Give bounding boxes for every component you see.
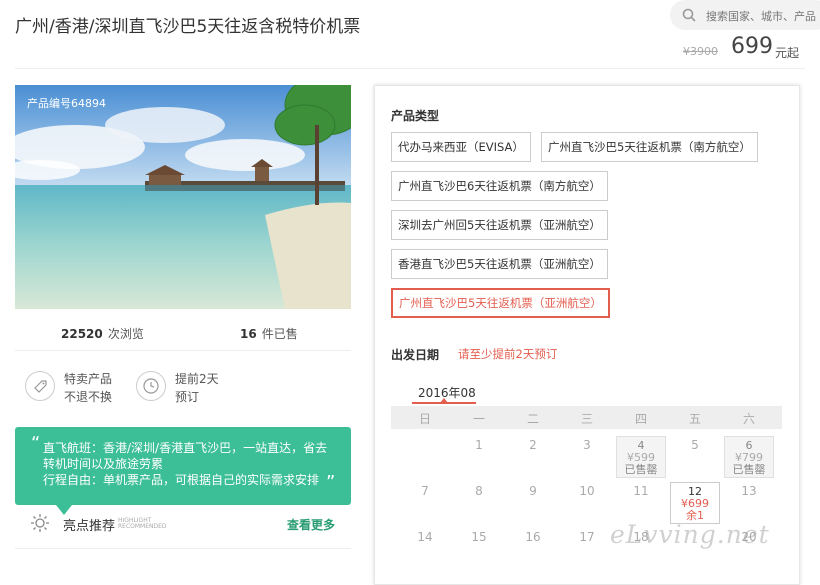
tag-icon — [25, 371, 55, 401]
calendar-day-1: 1 — [475, 438, 483, 452]
calendar-day-7: 7 — [421, 484, 429, 498]
calendar-day-3: 3 — [583, 438, 591, 452]
calendar-day-2: 2 — [529, 438, 537, 452]
option-evisa[interactable]: 代办马来西亚（EVISA） — [391, 132, 531, 162]
calendar-day-12-available[interactable]: 12 ¥699 余1 — [670, 482, 720, 524]
weekday-fri: 五 — [688, 412, 701, 426]
option-gz-5d-csair[interactable]: 广州直飞沙巴5天往返机票（南方航空） — [541, 132, 758, 162]
feature-advance-line1: 提前2天 — [175, 372, 219, 386]
sold-stat: 16 件已售 — [240, 323, 298, 342]
views-count: 22520 — [61, 327, 103, 341]
highlight-text: 直飞航班：香港/深圳/香港直飞沙巴，一站直达，省去转机时间以及旅途劳累 行程自由… — [43, 441, 328, 487]
sold-count: 16 — [240, 327, 257, 341]
original-price: ¥3900 — [683, 45, 718, 58]
views-stat: 22520 次浏览 — [61, 323, 144, 342]
option-gz-6d-csair[interactable]: 广州直飞沙巴6天往返机票（南方航空） — [391, 171, 608, 201]
product-photo — [15, 85, 351, 309]
weekday-sat: 六 — [742, 412, 755, 426]
highlight-label-en: HIGHLIGHT RECOMMENDED — [118, 517, 167, 530]
option-hk-5d-airasia[interactable]: 香港直飞沙巴5天往返机票（亚洲航空） — [391, 249, 608, 279]
divider — [15, 548, 351, 549]
calendar-day-6-soldout: 6 ¥799 已售罄 — [724, 436, 774, 478]
weekday-sun: 日 — [418, 412, 431, 426]
divider — [15, 350, 351, 351]
feature-sale: 特卖产品 不退不换 — [64, 370, 112, 406]
calendar-day-4-soldout: 4 ¥599 已售罄 — [616, 436, 666, 478]
calendar-day-16: 16 — [525, 530, 541, 544]
feature-advance-line2: 预订 — [175, 390, 200, 404]
feature-advance: 提前2天预订 — [175, 370, 219, 406]
divider — [15, 68, 805, 69]
views-label: 次浏览 — [107, 327, 144, 341]
calendar-day-17: 17 — [579, 530, 595, 544]
weekday-thu: 四 — [634, 412, 647, 426]
calendar-day-15: 15 — [471, 530, 487, 544]
advance-note: 请至少提前2天预订 — [458, 347, 558, 361]
option-sz-5d-airasia[interactable]: 深圳去广州回5天往返机票（亚洲航空） — [391, 210, 608, 240]
search-placeholder: 搜索国家、城市、产品 — [706, 10, 816, 23]
calendar-day-11: 11 — [633, 484, 649, 498]
calendar-day-13: 13 — [741, 484, 757, 498]
calendar-day-10: 10 — [579, 484, 595, 498]
sold-label: 件已售 — [261, 327, 298, 341]
open-quote: “ — [31, 433, 41, 454]
highlight-notch — [56, 505, 72, 515]
calendar-day-8: 8 — [475, 484, 483, 498]
weekday-wed: 三 — [580, 412, 593, 426]
search-icon — [682, 8, 696, 22]
page-title: 广州/香港/深圳直飞沙巴5天往返含税特价机票 — [15, 17, 361, 37]
feature-sale-line1: 特卖产品 — [64, 372, 113, 386]
search-input[interactable]: 搜索国家、城市、产品 — [670, 0, 820, 30]
close-quote: ” — [326, 472, 336, 493]
view-more-link[interactable]: 查看更多 — [287, 516, 335, 533]
calendar-day-9: 9 — [529, 484, 537, 498]
product-type-title: 产品类型 — [391, 109, 440, 123]
month-caret-icon — [440, 398, 448, 403]
price-unit: 元起 — [775, 46, 800, 60]
clock-icon — [136, 371, 166, 401]
departure-date-title: 出发日期 — [391, 348, 440, 362]
feature-sale-line2: 不退不换 — [64, 390, 113, 404]
sun-icon — [31, 514, 49, 532]
highlight-label: 亮点推荐 — [63, 519, 116, 534]
weekday-mon: 一 — [472, 412, 485, 426]
calendar-day-14: 14 — [417, 530, 433, 544]
weekday-tue: 二 — [526, 412, 539, 426]
product-id: 产品编号64894 — [27, 97, 106, 110]
highlight-box: “ 直飞航班：香港/深圳/香港直飞沙巴，一站直达，省去转机时间以及旅途劳累 行程… — [15, 427, 351, 505]
calendar-day-5: 5 — [691, 438, 699, 452]
option-gz-5d-airasia-selected[interactable]: 广州直飞沙巴5天往返机票（亚洲航空） — [391, 288, 610, 318]
watermark: eLvving.net — [610, 520, 770, 549]
current-price: 699 — [731, 34, 773, 59]
